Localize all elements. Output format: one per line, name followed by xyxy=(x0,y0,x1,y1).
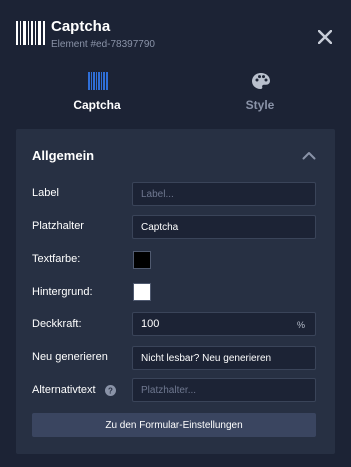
tab-style[interactable]: Style xyxy=(195,72,325,122)
element-title: Captcha xyxy=(51,18,111,35)
barcode-icon xyxy=(16,21,45,45)
close-icon[interactable] xyxy=(318,30,332,44)
alt-text-label: Alternativtext xyxy=(32,384,96,396)
panel-header: Captcha Element #ed-78397790 xyxy=(0,0,351,60)
placeholder-field-label: Platzhalter xyxy=(32,220,84,232)
settings-panel: Allgemein Label Platzhalter Textfarbe: H… xyxy=(16,129,335,454)
tab-captcha[interactable]: Captcha xyxy=(32,72,162,122)
regenerate-input[interactable] xyxy=(132,346,316,370)
help-icon[interactable]: ? xyxy=(105,385,116,396)
text-color-label: Textfarbe: xyxy=(32,253,81,265)
form-settings-button[interactable]: Zu den Formular-Einstellungen xyxy=(32,413,316,437)
palette-icon xyxy=(252,73,270,89)
svg-text:?: ? xyxy=(108,387,113,396)
text-color-swatch[interactable] xyxy=(133,251,151,269)
element-id: Element #ed-78397790 xyxy=(51,39,155,50)
background-color-label: Hintergrund: xyxy=(32,286,93,298)
section-title: Allgemein xyxy=(32,148,95,163)
barcode-icon xyxy=(88,72,108,90)
opacity-label: Deckkraft: xyxy=(32,318,82,330)
opacity-unit: % xyxy=(297,320,306,330)
chevron-up-icon[interactable] xyxy=(302,150,316,160)
placeholder-input[interactable] xyxy=(132,215,316,239)
background-color-swatch[interactable] xyxy=(133,283,151,301)
tab-style-label: Style xyxy=(245,98,275,112)
regenerate-label: Neu generieren xyxy=(32,351,108,363)
label-input[interactable] xyxy=(132,182,316,206)
tab-captcha-label: Captcha xyxy=(73,98,121,112)
label-field-label: Label xyxy=(32,187,59,199)
opacity-input[interactable] xyxy=(132,312,316,336)
alt-text-input[interactable] xyxy=(132,378,316,402)
